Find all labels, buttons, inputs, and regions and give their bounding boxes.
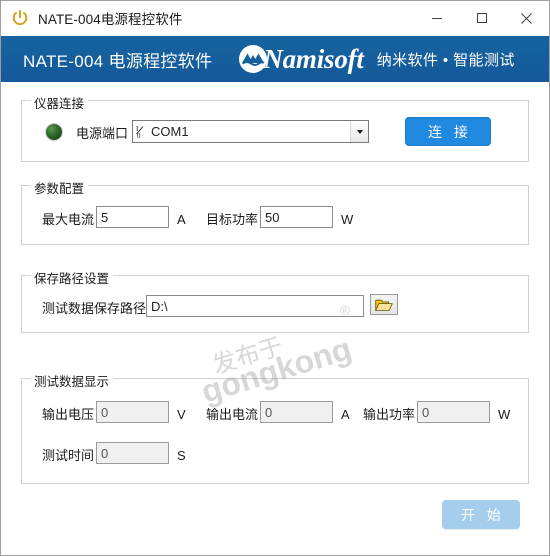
minimize-icon — [431, 18, 442, 19]
output-voltage-unit: V — [177, 407, 186, 422]
close-icon — [521, 12, 532, 24]
save-path-input[interactable] — [146, 295, 364, 317]
group-legend-parameters: 参数配置 — [31, 178, 89, 197]
max-current-unit: A — [177, 212, 186, 227]
output-current-unit: A — [341, 407, 350, 422]
output-current-label: 输出电流 — [206, 407, 259, 422]
port-label: 电源端口 — [76, 126, 129, 141]
power-icon — [12, 10, 28, 26]
group-instrument-connection: 仪器连接 电源端口 I 0 COM1 连 接 — [21, 93, 529, 162]
max-current-input[interactable] — [96, 206, 169, 228]
minimize-button[interactable] — [414, 1, 459, 35]
browse-folder-button[interactable] — [370, 294, 398, 315]
output-voltage-label: 输出电压 — [42, 407, 95, 422]
group-test-data-display: 测试数据显示 输出电压 V 输出电流 A 输出功率 W 测试时间 S — [21, 371, 529, 484]
group-legend-connection: 仪器连接 — [31, 93, 89, 112]
connect-button[interactable]: 连 接 — [405, 117, 491, 146]
svg-text:0: 0 — [137, 132, 141, 139]
chevron-down-icon[interactable] — [350, 121, 368, 142]
watermark-line1: 发布于 — [209, 332, 287, 380]
window-title: NATE-004电源程控软件 — [38, 12, 183, 27]
client-area: 发布于 ® gongkong 仪器连接 电源端口 I 0 COM1 连 接 参数… — [1, 82, 549, 555]
close-button[interactable] — [504, 1, 549, 35]
connection-status-led — [46, 124, 62, 140]
target-power-label: 目标功率 — [206, 212, 259, 227]
output-power-value — [417, 401, 490, 423]
io-icon: I 0 — [136, 125, 144, 139]
maximize-button[interactable] — [459, 1, 504, 35]
app-banner: NATE-004 电源程控软件 Namisoft 纳米软件 • 智能测试 — [1, 36, 549, 84]
output-power-label: 输出功率 — [363, 407, 416, 422]
test-time-label: 测试时间 — [42, 448, 95, 463]
brand-wordmark: Namisoft — [263, 43, 364, 74]
app-window: NATE-004电源程控软件 NATE-004 电源程控软件 Namisoft … — [0, 0, 550, 556]
target-power-input[interactable] — [260, 206, 333, 228]
output-current-value — [260, 401, 333, 423]
banner-title: NATE-004 电源程控软件 — [23, 51, 213, 71]
maximize-icon — [476, 13, 487, 23]
test-time-value — [96, 442, 169, 464]
brand-logo: Namisoft — [238, 43, 548, 84]
test-time-unit: S — [177, 448, 186, 463]
start-button[interactable]: 开 始 — [442, 500, 520, 529]
title-bar: NATE-004电源程控软件 — [1, 1, 549, 36]
folder-open-icon — [375, 299, 393, 311]
banner-subtitle: 纳米软件 • 智能测试 — [376, 51, 515, 69]
port-combobox[interactable]: I 0 COM1 — [132, 120, 369, 143]
group-parameter-config: 参数配置 最大电流 A 目标功率 W — [21, 178, 529, 245]
group-legend-savepath: 保存路径设置 — [31, 268, 114, 287]
output-power-unit: W — [498, 407, 511, 422]
save-path-label: 测试数据保存路径 — [42, 301, 147, 316]
group-legend-testdata: 测试数据显示 — [31, 371, 114, 390]
window-controls — [414, 1, 549, 35]
target-power-unit: W — [341, 212, 354, 227]
group-save-path: 保存路径设置 测试数据保存路径 — [21, 268, 529, 333]
max-current-label: 最大电流 — [42, 212, 95, 227]
output-voltage-value — [96, 401, 169, 423]
port-selected-value: COM1 — [151, 124, 189, 139]
